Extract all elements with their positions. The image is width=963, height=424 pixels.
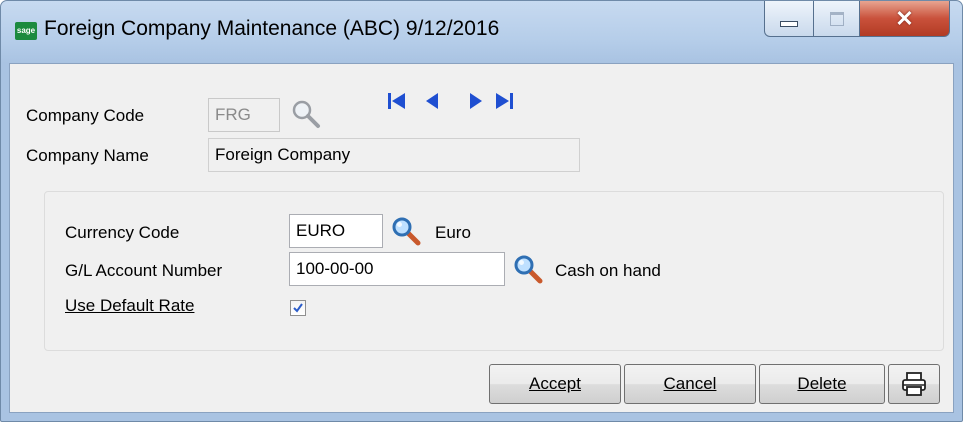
company-name-field: Foreign Company bbox=[208, 138, 580, 172]
dialog-window: sage Foreign Company Maintenance (ABC) 9… bbox=[0, 0, 963, 422]
sage-logo-icon: sage bbox=[15, 22, 37, 40]
currency-code-field[interactable]: EURO bbox=[289, 214, 383, 248]
cancel-button-label: Cancel bbox=[663, 374, 717, 393]
close-icon: ✕ bbox=[895, 5, 914, 31]
use-default-rate-checkbox[interactable] bbox=[290, 300, 306, 316]
gl-account-field[interactable]: 100-00-00 bbox=[289, 252, 505, 286]
gl-account-description: Cash on hand bbox=[555, 261, 661, 280]
last-record-icon[interactable] bbox=[492, 90, 516, 112]
delete-button[interactable]: Delete bbox=[759, 364, 885, 404]
title-bar[interactable]: sage Foreign Company Maintenance (ABC) 9… bbox=[1, 1, 962, 63]
currency-description: Euro bbox=[435, 223, 471, 242]
currency-lookup-button[interactable] bbox=[389, 214, 423, 248]
gl-account-lookup-button[interactable] bbox=[511, 252, 545, 286]
currency-group: Currency Code EURO Euro G/L Account Numb… bbox=[44, 191, 944, 351]
printer-icon bbox=[902, 372, 926, 396]
magnifier-icon bbox=[292, 100, 320, 128]
company-name-label: Company Name bbox=[26, 146, 149, 165]
accept-button[interactable]: Accept bbox=[489, 364, 621, 404]
dialog-body: Company Code FRG Company Name Foreign Co… bbox=[9, 63, 954, 413]
window-title: Foreign Company Maintenance (ABC) 9/12/2… bbox=[44, 17, 500, 40]
magnifier-icon bbox=[514, 255, 543, 284]
company-code-field[interactable]: FRG bbox=[208, 98, 280, 132]
currency-code-label: Currency Code bbox=[65, 223, 180, 242]
accept-button-label: Accept bbox=[529, 374, 581, 393]
company-code-label: Company Code bbox=[26, 106, 145, 125]
cancel-button[interactable]: Cancel bbox=[624, 364, 756, 404]
maximize-icon bbox=[829, 11, 844, 26]
delete-button-label: Delete bbox=[797, 374, 847, 393]
checkmark-icon bbox=[293, 303, 303, 313]
close-button[interactable]: ✕ bbox=[860, 1, 950, 37]
gl-account-label: G/L Account Number bbox=[65, 261, 223, 280]
minimize-icon bbox=[780, 20, 798, 27]
previous-record-icon[interactable] bbox=[421, 90, 445, 112]
company-lookup-button[interactable] bbox=[288, 96, 324, 132]
print-button[interactable] bbox=[888, 364, 940, 404]
maximize-button[interactable] bbox=[814, 1, 860, 37]
window-controls: ✕ bbox=[764, 1, 950, 39]
use-default-rate-label[interactable]: Use Default Rate bbox=[65, 296, 194, 316]
magnifier-icon bbox=[392, 217, 421, 246]
minimize-button[interactable] bbox=[764, 1, 814, 37]
next-record-icon[interactable] bbox=[463, 90, 487, 112]
first-record-icon[interactable] bbox=[385, 90, 409, 112]
